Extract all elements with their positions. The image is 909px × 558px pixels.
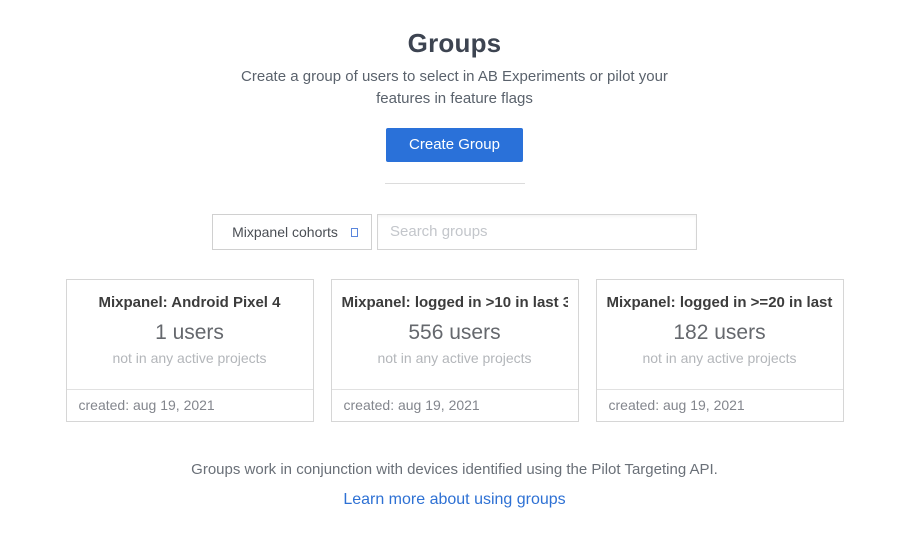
group-user-count: 182 users — [607, 321, 833, 345]
cohort-source-dropdown[interactable]: Mixpanel cohorts — [212, 214, 372, 250]
group-card[interactable]: Mixpanel: logged in >10 in last 30 ... 5… — [331, 279, 579, 422]
groups-list: Mixpanel: Android Pixel 4 1 users not in… — [66, 279, 844, 422]
group-card-body: Mixpanel: Android Pixel 4 1 users not in… — [67, 280, 313, 389]
group-card-body: Mixpanel: logged in >=20 in last 30... 1… — [597, 280, 843, 389]
group-title: Mixpanel: Android Pixel 4 — [77, 294, 303, 311]
group-created-date: created: aug 19, 2021 — [332, 389, 578, 421]
header-divider — [385, 183, 525, 184]
group-title: Mixpanel: logged in >10 in last 30 ... — [342, 294, 568, 311]
create-group-button[interactable]: Create Group — [386, 128, 523, 162]
group-projects-note: not in any active projects — [342, 350, 568, 366]
page-subtitle: Create a group of users to select in AB … — [240, 66, 670, 110]
group-card[interactable]: Mixpanel: Android Pixel 4 1 users not in… — [66, 279, 314, 422]
search-groups-input[interactable] — [377, 214, 697, 250]
group-projects-note: not in any active projects — [607, 350, 833, 366]
group-card-body: Mixpanel: logged in >10 in last 30 ... 5… — [332, 280, 578, 389]
group-created-date: created: aug 19, 2021 — [597, 389, 843, 421]
page-header: Groups Create a group of users to select… — [0, 0, 909, 184]
page-title: Groups — [0, 28, 909, 59]
group-user-count: 556 users — [342, 321, 568, 345]
group-title: Mixpanel: logged in >=20 in last 30... — [607, 294, 833, 311]
group-created-date: created: aug 19, 2021 — [67, 389, 313, 421]
group-card[interactable]: Mixpanel: logged in >=20 in last 30... 1… — [596, 279, 844, 422]
group-projects-note: not in any active projects — [77, 350, 303, 366]
page-footer: Groups work in conjunction with devices … — [0, 461, 909, 509]
learn-more-link[interactable]: Learn more about using groups — [343, 491, 565, 509]
group-user-count: 1 users — [77, 321, 303, 345]
footer-info-text: Groups work in conjunction with devices … — [0, 461, 909, 478]
filter-row: Mixpanel cohorts — [0, 214, 909, 250]
dropdown-indicator-icon — [351, 228, 358, 237]
cohort-source-label: Mixpanel cohorts — [232, 224, 352, 240]
